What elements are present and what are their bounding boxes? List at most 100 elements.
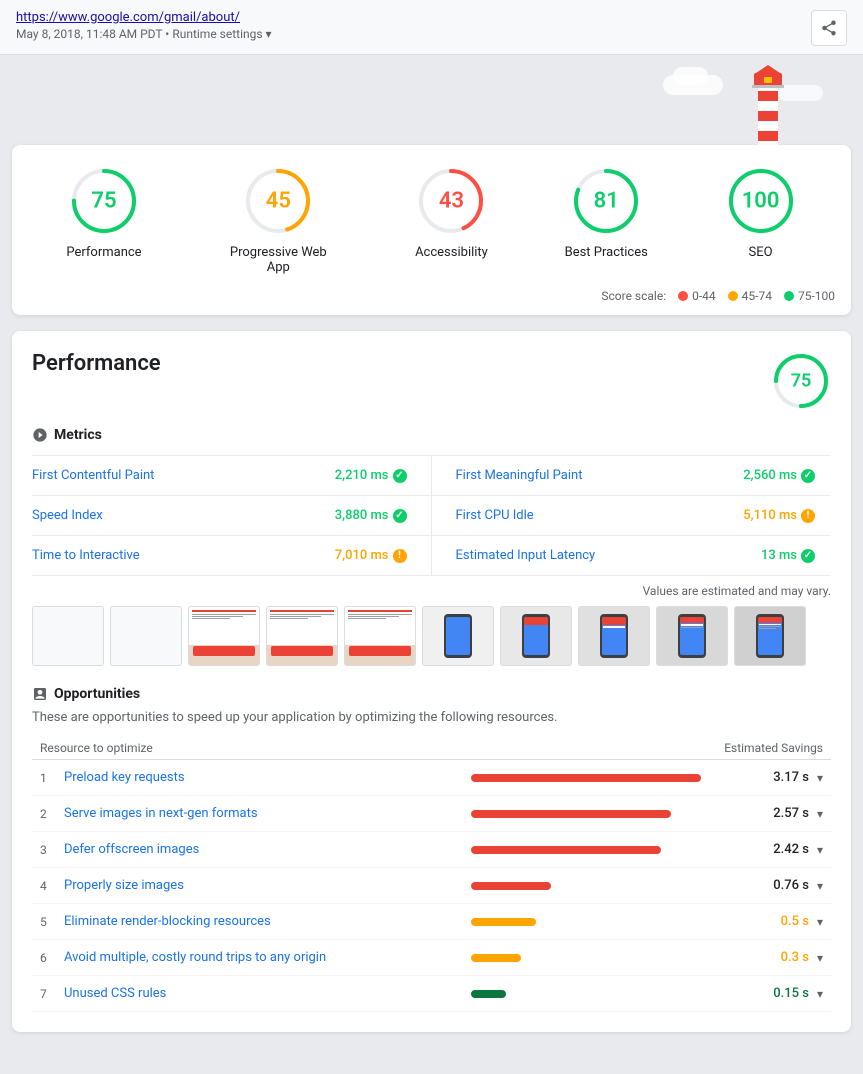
metric-eil-value: 13 ms ✓	[761, 548, 815, 563]
opportunities-list: 1 Preload key requests 3.17 s ▾ 2 Serve …	[32, 760, 831, 1012]
opp-bar	[471, 918, 536, 926]
opp-name: Defer offscreen images	[64, 842, 463, 857]
opp-bar-container	[471, 990, 751, 998]
scale-range-red: 0-44	[692, 289, 716, 303]
metric-tti-val: 7,010 ms	[335, 548, 389, 563]
accessibility-circle: 43	[415, 165, 487, 237]
cloud-2	[673, 67, 708, 85]
opportunity-row[interactable]: 3 Defer offscreen images 2.42 s ▾	[32, 832, 831, 868]
metric-tti: Time to Interactive 7,010 ms !	[32, 536, 432, 576]
score-seo[interactable]: 100 SEO	[725, 165, 797, 260]
seo-circle: 100	[725, 165, 797, 237]
score-accessibility[interactable]: 43 Accessibility	[415, 165, 488, 260]
opportunities-section: Opportunities These are opportunities to…	[32, 686, 831, 1012]
opp-bar-container	[471, 846, 751, 854]
score-performance[interactable]: 75 Performance	[66, 165, 141, 260]
scale-dot-green	[784, 291, 794, 301]
filmstrip-frame-4	[266, 606, 338, 666]
filmstrip-frame-empty	[32, 606, 104, 666]
chevron-down-icon[interactable]: ▾	[817, 915, 823, 929]
metric-tti-icon: !	[393, 549, 407, 563]
score-best-practices[interactable]: 81 Best Practices	[565, 165, 648, 260]
metric-eil-val: 13 ms	[761, 548, 797, 563]
best-practices-score: 81	[594, 189, 619, 214]
chevron-down-icon[interactable]: ▾	[817, 951, 823, 965]
opportunity-row[interactable]: 1 Preload key requests 3.17 s ▾	[32, 760, 831, 796]
opp-name: Eliminate render-blocking resources	[64, 914, 463, 929]
metric-fci-name[interactable]: First CPU Idle	[456, 508, 534, 523]
scores-row: 75 Performance 45 Progressive Web App	[28, 165, 835, 275]
performance-circle: 75	[68, 165, 140, 237]
score-pwa[interactable]: 45 Progressive Web App	[218, 165, 338, 275]
opp-num: 6	[40, 951, 56, 965]
opportunity-row[interactable]: 4 Properly size images 0.76 s ▾	[32, 868, 831, 904]
perf-score-number: 75	[791, 371, 812, 392]
opp-bar	[471, 846, 661, 854]
metric-fcp-value: 2,210 ms ✓	[335, 468, 407, 483]
metrics-label: Metrics	[54, 427, 102, 443]
header-info: https://www.google.com/gmail/about/ May …	[16, 10, 272, 41]
perf-header: Performance 75	[32, 351, 831, 411]
best-practices-circle: 81	[570, 165, 642, 237]
opp-bar-container	[471, 918, 751, 926]
metrics-header: Metrics	[32, 427, 831, 443]
opp-bar	[471, 774, 701, 782]
opp-num: 7	[40, 987, 56, 1001]
opportunities-table-header: Resource to optimize Estimated Savings	[32, 737, 831, 760]
opp-bar-container	[471, 882, 751, 890]
accessibility-score: 43	[439, 189, 464, 214]
opportunity-row[interactable]: 5 Eliminate render-blocking resources 0.…	[32, 904, 831, 940]
performance-score: 75	[91, 189, 116, 214]
metric-fmp-value: 2,560 ms ✓	[743, 468, 815, 483]
resource-column-header: Resource to optimize	[40, 741, 153, 755]
score-scale: Score scale: 0-44 45-74 75-100	[28, 289, 835, 303]
metric-si-icon: ✓	[393, 509, 407, 523]
page-header: https://www.google.com/gmail/about/ May …	[0, 0, 863, 55]
scale-red: 0-44	[678, 289, 716, 303]
chevron-down-icon[interactable]: ▾	[817, 771, 823, 785]
metric-eil: Estimated Input Latency 13 ms ✓	[432, 536, 832, 576]
opp-name: Unused CSS rules	[64, 986, 463, 1001]
values-note: Values are estimated and may vary.	[32, 584, 831, 598]
metric-fcp-name[interactable]: First Contentful Paint	[32, 468, 154, 483]
opportunity-row[interactable]: 7 Unused CSS rules 0.15 s ▾	[32, 976, 831, 1012]
meta-text: May 8, 2018, 11:48 AM PDT • Runtime sett…	[16, 27, 263, 41]
accessibility-label: Accessibility	[415, 245, 488, 260]
filmstrip	[32, 606, 831, 666]
opp-saving: 2.57 s	[759, 806, 809, 821]
metric-first-meaningful-paint: First Meaningful Paint 2,560 ms ✓	[432, 456, 832, 496]
metric-tti-name[interactable]: Time to Interactive	[32, 548, 140, 563]
best-practices-label: Best Practices	[565, 245, 648, 260]
chevron-down-icon[interactable]: ▾	[817, 879, 823, 893]
metric-si-name[interactable]: Speed Index	[32, 508, 103, 523]
opp-saving: 0.3 s	[759, 950, 809, 965]
opportunities-icon	[32, 686, 48, 702]
opportunity-row[interactable]: 2 Serve images in next-gen formats 2.57 …	[32, 796, 831, 832]
chevron-down-icon[interactable]: ▾	[817, 987, 823, 1001]
metric-fmp-val: 2,560 ms	[743, 468, 797, 483]
share-button[interactable]	[811, 10, 847, 46]
metric-si-val: 3,880 ms	[335, 508, 389, 523]
opp-bar	[471, 990, 506, 998]
opp-name: Avoid multiple, costly round trips to an…	[64, 950, 463, 965]
opportunity-row[interactable]: 6 Avoid multiple, costly round trips to …	[32, 940, 831, 976]
metric-first-contentful-paint: First Contentful Paint 2,210 ms ✓	[32, 456, 432, 496]
metric-eil-icon: ✓	[801, 549, 815, 563]
opportunities-header: Opportunities	[32, 686, 831, 702]
metric-fci-value: 5,110 ms !	[743, 508, 815, 523]
metric-fmp-name[interactable]: First Meaningful Paint	[456, 468, 583, 483]
pwa-circle: 45	[242, 165, 314, 237]
opp-num: 3	[40, 843, 56, 857]
metrics-icon	[32, 427, 48, 443]
scale-label: Score scale:	[601, 289, 666, 303]
metric-eil-name[interactable]: Estimated Input Latency	[456, 548, 596, 563]
opp-name: Preload key requests	[64, 770, 463, 785]
seo-label: SEO	[749, 245, 773, 260]
savings-column-header: Estimated Savings	[724, 741, 823, 755]
opp-saving: 2.42 s	[759, 842, 809, 857]
seo-score: 100	[742, 189, 780, 214]
chevron-down-icon[interactable]: ▾	[817, 843, 823, 857]
chevron-down-icon[interactable]: ▾	[817, 807, 823, 821]
page-url[interactable]: https://www.google.com/gmail/about/	[16, 10, 272, 25]
pwa-score: 45	[266, 189, 291, 214]
